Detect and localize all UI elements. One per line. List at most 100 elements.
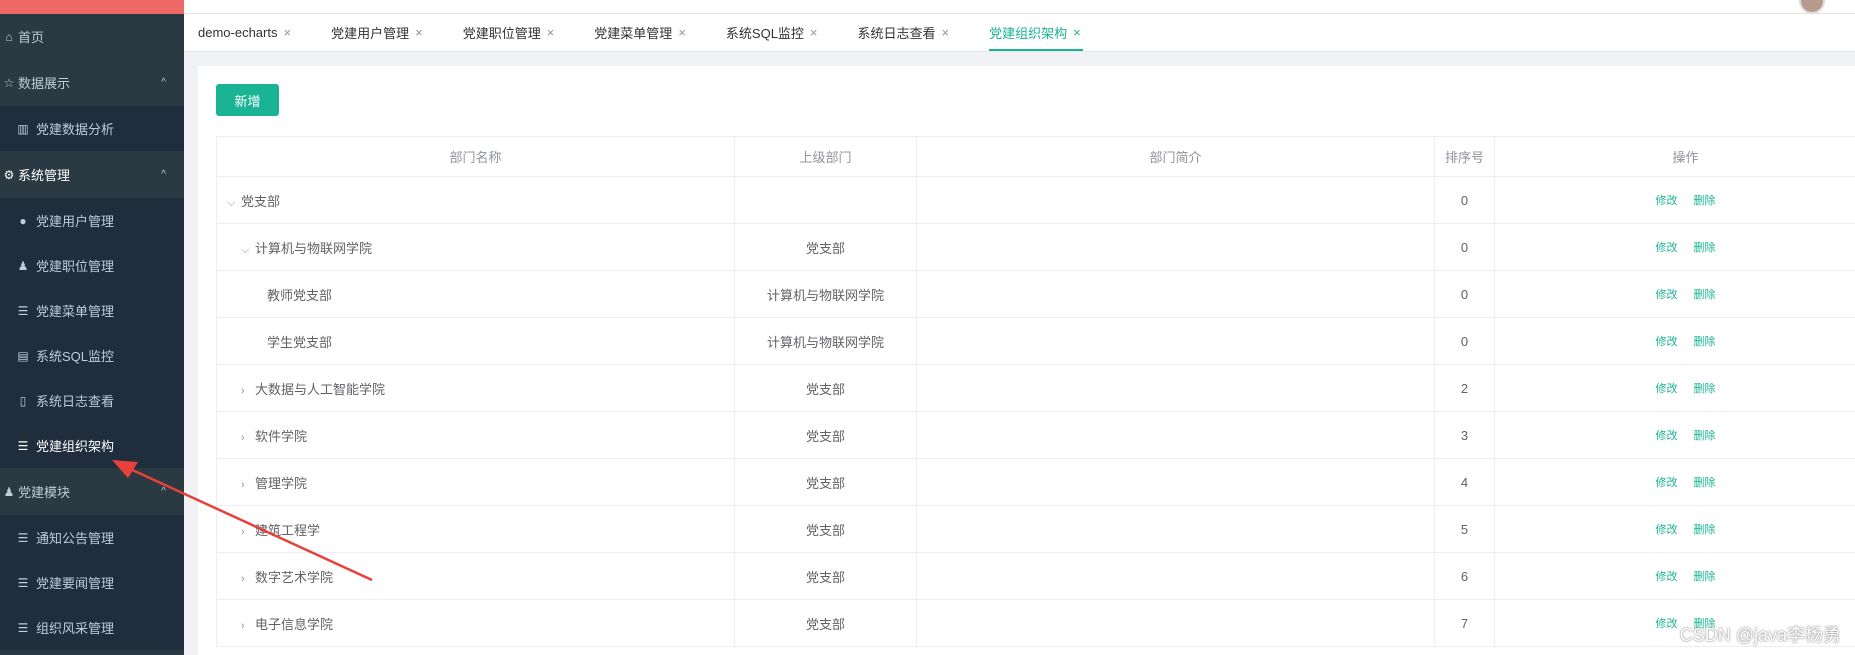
cell-ops: 修改 删除 [1494, 317, 1855, 365]
sidebar-item-label: 数据展示 [18, 76, 71, 91]
sidebar-item-7[interactable]: ▤ 系统SQL监控 [0, 333, 184, 378]
cell-parent: 计算机与物联网学院 [734, 317, 917, 365]
sidebar: ⌂ 首页 ☆ 数据展示 ^ ▥ 党建数据分析 ⚙ 系统管理 ^ ● 党建用户管理 ♟ 党建职位管理 ☰ 党建菜… [0, 0, 184, 655]
chevron-up-icon: ^ [161, 486, 166, 497]
cell-order: 0 [1434, 317, 1495, 365]
close-icon[interactable]: × [547, 25, 555, 40]
department-name: 党支部 [241, 193, 281, 209]
tab-label: 党建菜单管理 [594, 26, 673, 41]
cell-order: 7 [1434, 599, 1495, 647]
delete-link[interactable]: 删除 [1694, 477, 1716, 489]
list-icon: ☰ [17, 530, 29, 545]
sidebar-item-0[interactable]: ⌂ 首页 [0, 14, 184, 59]
cell-ops: 修改 删除 [1494, 411, 1855, 459]
sidebar-item-13[interactable]: ☰ 组织风采管理 [0, 605, 184, 650]
department-name: 数字艺术学院 [255, 569, 334, 585]
sidebar-item-label: 党建要闻管理 [36, 576, 115, 591]
edit-link[interactable]: 修改 [1656, 524, 1678, 536]
close-icon[interactable]: × [678, 25, 686, 40]
tab-1[interactable]: 党建用户管理 × [331, 14, 437, 51]
delete-link[interactable]: 删除 [1694, 289, 1716, 301]
submenu: ● 党建用户管理 ♟ 党建职位管理 ☰ 党建菜单管理 ▤ 系统SQL监控 ▯ 系统日志查看 ☰ 党建组… [0, 198, 184, 468]
close-icon[interactable]: × [415, 25, 423, 40]
tab-2[interactable]: 党建职位管理 × [463, 14, 569, 51]
department-table: 部门名称 上级部门 部门简介 排序号 操作 ⌵ 党支部 0 修改 删除 ⌵ 计算机与物联网学… [216, 136, 1855, 647]
user-tie-icon: ♟ [17, 258, 29, 273]
cell-order: 0 [1434, 176, 1495, 224]
expand-icon[interactable]: ⌵ [241, 244, 255, 257]
delete-link[interactable]: 删除 [1694, 383, 1716, 395]
sidebar-item-1[interactable]: ☆ 数据展示 ^ [0, 59, 184, 106]
expand-icon[interactable]: › [241, 385, 255, 397]
tab-label: 系统SQL监控 [725, 26, 804, 41]
avatar[interactable] [1799, 0, 1825, 14]
expand-icon[interactable]: › [241, 620, 255, 632]
edit-link[interactable]: 修改 [1656, 571, 1678, 583]
tab-0[interactable]: demo-echarts × [198, 14, 305, 51]
bar-chart-icon: ▥ [17, 121, 29, 136]
edit-link[interactable]: 修改 [1656, 195, 1678, 207]
gear-icon: ⚙ [3, 167, 15, 182]
edit-link[interactable]: 修改 [1656, 336, 1678, 348]
expand-icon[interactable]: › [241, 432, 255, 444]
delete-link[interactable]: 删除 [1694, 195, 1716, 207]
users-icon: ♟ [3, 484, 15, 499]
close-icon[interactable]: × [942, 25, 950, 40]
expand-icon[interactable]: ⌵ [227, 197, 241, 210]
expand-icon[interactable]: › [241, 479, 255, 491]
cell-name: 学生党支部 [216, 317, 735, 365]
edit-link[interactable]: 修改 [1656, 477, 1678, 489]
edit-link[interactable]: 修改 [1656, 289, 1678, 301]
edit-link[interactable]: 修改 [1656, 430, 1678, 442]
list-icon: ☰ [17, 303, 29, 318]
cell-name: › 数字艺术学院 [216, 552, 735, 600]
tab-4[interactable]: 系统SQL监控 × [726, 14, 832, 51]
close-icon[interactable]: × [810, 25, 818, 40]
watermark: CSDN @java李杨勇 [1679, 625, 1841, 645]
sidebar-item-5[interactable]: ♟ 党建职位管理 [0, 243, 184, 288]
sidebar-item-2[interactable]: ▥ 党建数据分析 [0, 106, 184, 151]
chevron-up-icon: ^ [161, 169, 166, 180]
brand-bar [0, 0, 184, 14]
close-icon[interactable]: × [1073, 25, 1081, 40]
tab-3[interactable]: 党建菜单管理 × [594, 14, 700, 51]
sidebar-item-12[interactable]: ☰ 党建要闻管理 [0, 560, 184, 605]
cell-order: 5 [1434, 505, 1495, 553]
cell-order: 4 [1434, 458, 1495, 506]
add-button[interactable]: 新增 [216, 84, 279, 116]
sidebar-item-11[interactable]: ☰ 通知公告管理 [0, 515, 184, 560]
delete-link[interactable]: 删除 [1694, 524, 1716, 536]
sidebar-item-4[interactable]: ● 党建用户管理 [0, 198, 184, 243]
sidebar-item-label: 党建职位管理 [36, 259, 115, 274]
main-content: 新增 部门名称 上级部门 部门简介 排序号 操作 ⌵ 党支部 0 修改 删除 ⌵ 计算机与物… [198, 66, 1855, 655]
cell-name: 教师党支部 [216, 270, 735, 318]
edit-link[interactable]: 修改 [1656, 242, 1678, 254]
cell-order: 6 [1434, 552, 1495, 600]
table-row: 学生党支部 计算机与物联网学院 0 修改 删除 [216, 317, 1855, 365]
table-row: › 建筑工程学 党支部 5 修改 删除 [216, 505, 1855, 553]
cell-desc [916, 599, 1435, 647]
sidebar-item-8[interactable]: ▯ 系统日志查看 [0, 378, 184, 423]
close-icon[interactable]: × [283, 25, 291, 40]
cell-order: 2 [1434, 364, 1495, 412]
sidebar-item-3[interactable]: ⚙ 系统管理 ^ [0, 151, 184, 198]
expand-icon[interactable]: › [241, 526, 255, 538]
sidebar-item-label: 系统管理 [18, 168, 71, 183]
tab-5[interactable]: 系统日志查看 × [858, 14, 964, 51]
cell-name: › 电子信息学院 [216, 599, 735, 647]
sidebar-item-10[interactable]: ♟ 党建模块 ^ [0, 468, 184, 515]
cell-name: › 管理学院 [216, 458, 735, 506]
tab-6[interactable]: 党建组织架构 × [989, 14, 1095, 51]
delete-link[interactable]: 删除 [1694, 242, 1716, 254]
edit-link[interactable]: 修改 [1656, 618, 1678, 630]
sidebar-item-label: 组织风采管理 [36, 621, 115, 636]
sidebar-item-6[interactable]: ☰ 党建菜单管理 [0, 288, 184, 333]
table-row: 教师党支部 计算机与物联网学院 0 修改 删除 [216, 270, 1855, 318]
delete-link[interactable]: 删除 [1694, 571, 1716, 583]
department-name: 电子信息学院 [255, 616, 334, 632]
delete-link[interactable]: 删除 [1694, 430, 1716, 442]
expand-icon[interactable]: › [241, 573, 255, 585]
sidebar-item-9[interactable]: ☰ 党建组织架构 [0, 423, 184, 468]
delete-link[interactable]: 删除 [1694, 336, 1716, 348]
edit-link[interactable]: 修改 [1656, 383, 1678, 395]
